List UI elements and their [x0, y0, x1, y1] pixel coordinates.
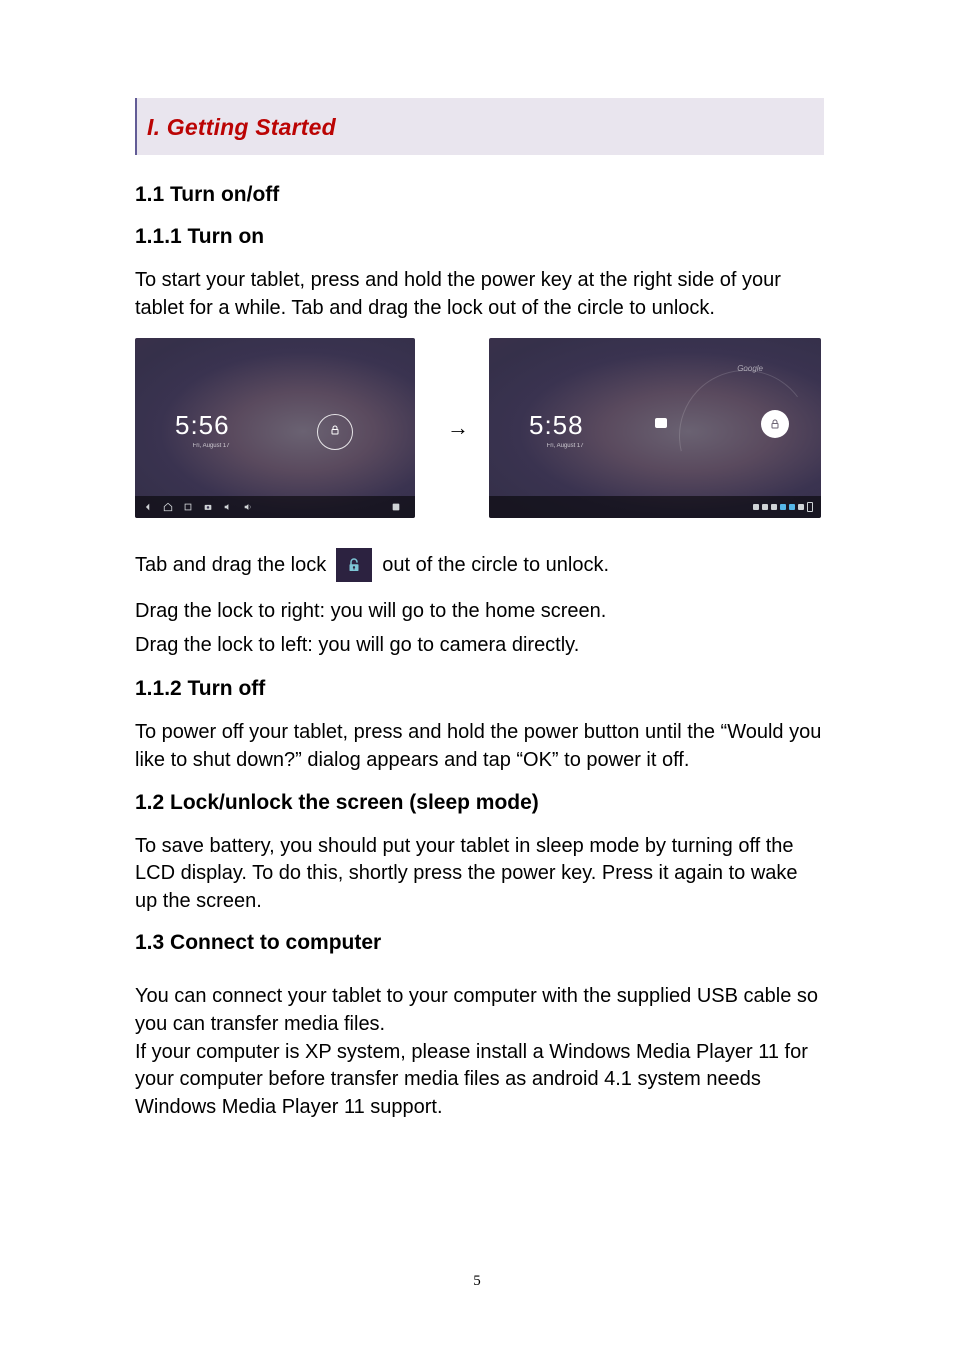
screenshot-locked: 5:56 Fri, August 17: [135, 338, 415, 518]
android-navbar: [135, 496, 415, 518]
page-number: 5: [0, 1273, 954, 1290]
status-dot-icon: [789, 504, 795, 510]
status-dot-icon: [771, 504, 777, 510]
status-dot-icon: [762, 504, 768, 510]
vol-up-icon: [243, 502, 253, 512]
inline-lock-icon: [336, 548, 372, 582]
drag-left-text: Drag the lock to left: you will go to ca…: [135, 632, 824, 660]
lock-icon: [329, 423, 341, 441]
arrow-icon: →: [447, 415, 469, 441]
unlock-arc: [657, 348, 821, 518]
status-icons: [753, 502, 813, 512]
lockscreen-screenshots: 5:56 Fri, August 17: [135, 338, 824, 518]
clock-date: Fri, August 17: [529, 443, 584, 449]
status-dot-icon: [780, 504, 786, 510]
android-statusbar: [489, 496, 821, 518]
heading-1-1-1: 1.1.1 Turn on: [135, 225, 824, 249]
status-dot-icon: [753, 504, 759, 510]
section-banner: I. Getting Started: [135, 98, 824, 155]
lock-target: [761, 410, 789, 438]
screenshot-icon: [203, 502, 213, 512]
paragraph-turn-off: To power off your tablet, press and hold…: [135, 719, 824, 774]
clock-time: 5:58: [529, 410, 584, 441]
heading-1-1-2: 1.1.2 Turn off: [135, 677, 824, 701]
unlock-text-after: out of the circle to unlock.: [382, 554, 609, 577]
camera-icon: [655, 418, 667, 428]
clock-widget: 5:58 Fri, August 17: [529, 410, 584, 449]
banner-title: I. Getting Started: [147, 114, 336, 140]
clock-date: Fri, August 17: [175, 443, 230, 449]
status-text: [405, 504, 407, 510]
page: I. Getting Started 1.1 Turn on/off 1.1.1…: [0, 0, 954, 1350]
paragraph-sleep-mode: To save battery, you should put your tab…: [135, 833, 824, 916]
unlock-instruction-line: Tab and drag the lock out of the circle …: [135, 548, 824, 582]
battery-icon: [807, 502, 813, 512]
heading-1-2: 1.2 Lock/unlock the screen (sleep mode): [135, 791, 824, 815]
back-icon: [143, 502, 153, 512]
notification-icon: [391, 502, 401, 512]
screenshot-unlock-ring: Google 5:58 Fri, August 17: [489, 338, 821, 518]
heading-1-1: 1.1 Turn on/off: [135, 183, 824, 207]
status-dot-icon: [798, 504, 804, 510]
clock-time: 5:56: [175, 410, 230, 441]
drag-right-text: Drag the lock to right: you will go to t…: [135, 598, 824, 626]
lock-ring: [317, 414, 353, 450]
heading-1-3: 1.3 Connect to computer: [135, 931, 824, 955]
home-icon: [163, 502, 173, 512]
unlock-text-before: Tab and drag the lock: [135, 554, 326, 577]
recent-icon: [183, 502, 193, 512]
vol-down-icon: [223, 502, 233, 512]
paragraph-connect: You can connect your tablet to your comp…: [135, 983, 824, 1121]
clock-widget: 5:56 Fri, August 17: [175, 410, 230, 449]
paragraph-turn-on: To start your tablet, press and hold the…: [135, 267, 824, 322]
